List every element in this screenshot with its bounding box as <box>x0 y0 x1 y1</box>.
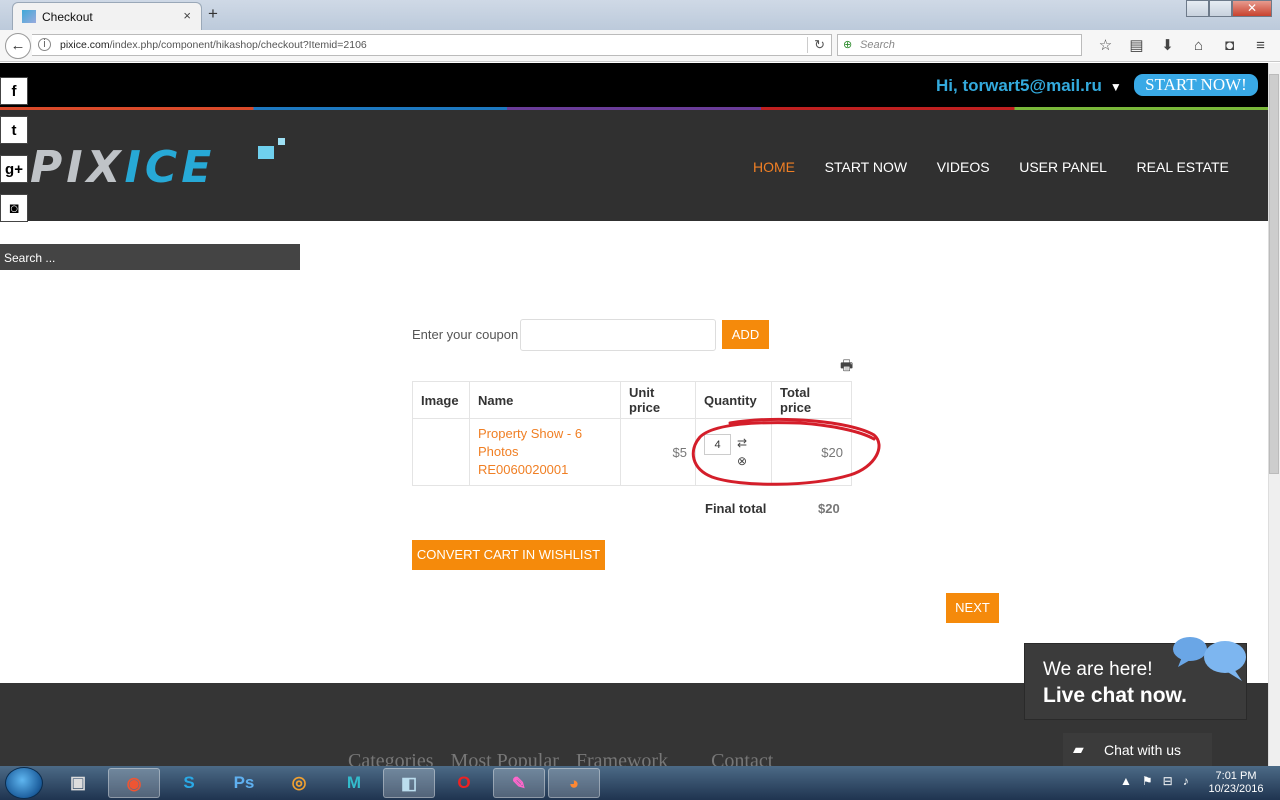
print-icon[interactable]: 🖶 <box>840 355 853 379</box>
browser-tab[interactable]: Checkout × <box>12 2 202 30</box>
header-image: Image <box>412 381 470 419</box>
scrollbar-thumb[interactable] <box>1269 74 1279 474</box>
chat-line1: We are here! <box>1043 659 1153 680</box>
chat-with-us-button[interactable]: ▰ Chat with us <box>1063 733 1212 766</box>
logo-cube-small-icon <box>278 138 285 145</box>
home-icon[interactable]: ⌂ <box>1183 37 1214 54</box>
3dsmax-icon[interactable]: M <box>328 768 380 798</box>
action-center-flag-icon[interactable]: ⚑ <box>1142 774 1153 788</box>
minimize-button[interactable] <box>1186 0 1209 17</box>
product-name-link[interactable]: Property Show - 6 Photos RE0060020001 <box>469 418 621 486</box>
volume-icon[interactable]: ♪ <box>1183 774 1189 788</box>
nav-item-real-estate[interactable]: REAL ESTATE <box>1137 159 1229 175</box>
twitter-icon[interactable]: t <box>0 116 28 144</box>
product-name-line1[interactable]: Property Show - 6 <box>478 426 582 441</box>
instagram-icon[interactable]: ◙ <box>0 194 28 222</box>
logo-cube-icon <box>258 146 274 159</box>
google-plus-icon[interactable]: g+ <box>0 155 28 183</box>
add-coupon-button[interactable]: ADD <box>722 320 769 349</box>
bookmark-star-icon[interactable]: ☆ <box>1090 36 1121 54</box>
social-sidebar: f t g+ ◙ <box>0 77 30 233</box>
logo-text-left: PIX <box>30 142 125 193</box>
header-total-price: Total price <box>771 381 852 419</box>
favicon-icon <box>22 10 36 23</box>
final-total-value: $20 <box>818 501 840 516</box>
search-engine-icon[interactable]: ⊕ <box>843 38 852 51</box>
url-text: pixice.com/index.php/component/hikashop/… <box>60 39 367 51</box>
houdini-icon[interactable]: ◎ <box>273 768 325 798</box>
chat-line2: Live chat now. <box>1043 684 1187 707</box>
product-image-cell <box>412 418 470 486</box>
new-tab-button[interactable]: + <box>208 4 218 24</box>
reading-list-icon[interactable]: ▤ <box>1121 36 1152 54</box>
facebook-icon[interactable]: f <box>0 77 28 105</box>
close-window-button[interactable]: ✕ <box>1232 0 1272 17</box>
close-tab-icon[interactable]: × <box>183 8 191 23</box>
product-name-line2[interactable]: Photos RE0060020001 <box>478 444 568 477</box>
header-quantity: Quantity <box>695 381 772 419</box>
menu-icon[interactable]: ≡ <box>1245 37 1276 54</box>
pixice-logo[interactable]: PIXICE <box>30 138 285 193</box>
clock-date: 10/23/2016 <box>1208 783 1264 795</box>
skype-icon[interactable]: S <box>163 768 215 798</box>
tray-expand-icon[interactable]: ▲ <box>1120 774 1132 788</box>
tab-title: Checkout <box>42 10 93 24</box>
user-greeting-text: Hi, torwart5@mail.ru <box>936 76 1102 95</box>
photoshop-icon[interactable]: Ps <box>218 768 270 798</box>
back-button[interactable]: ← <box>5 33 31 59</box>
header-name: Name <box>469 381 621 419</box>
coupon-label: Enter your coupon <box>412 327 519 342</box>
header-unit-price: Unit price <box>620 381 696 419</box>
reload-icon[interactable]: ↻ <box>807 37 825 53</box>
browser-search-placeholder: Search <box>860 39 895 51</box>
coupon-input[interactable] <box>520 319 716 351</box>
nav-item-start-now[interactable]: START NOW <box>825 159 907 175</box>
taskbar-clock[interactable]: 7:01 PM 10/23/2016 <box>1206 770 1266 796</box>
main-nav: HOME START NOW VIDEOS USER PANEL REAL ES… <box>740 159 1242 175</box>
maximize-button[interactable] <box>1209 0 1232 17</box>
downloads-icon[interactable]: ⬇ <box>1152 36 1183 54</box>
browser-toolbar-icons: ☆ ▤ ⬇ ⌂ ◘ ≡ <box>1090 36 1276 54</box>
app-window-icon[interactable]: ◧ <box>383 768 435 798</box>
paint-icon[interactable]: ✎ <box>493 768 545 798</box>
logo-text-right: ICE <box>124 142 216 193</box>
chat-icon: ▰ <box>1073 741 1084 757</box>
nav-item-user-panel[interactable]: USER PANEL <box>1019 159 1107 175</box>
address-bar[interactable]: i pixice.com/index.php/component/hikasho… <box>32 34 832 56</box>
red-annotation-circle <box>691 417 881 486</box>
opera-icon[interactable]: O <box>438 768 490 798</box>
start-button-icon[interactable] <box>5 767 43 799</box>
browser-search-box[interactable]: ⊕ Search <box>837 34 1082 56</box>
chat-bubbles-icon <box>1173 637 1246 681</box>
next-button[interactable]: NEXT <box>946 593 999 623</box>
nav-item-videos[interactable]: VIDEOS <box>937 159 990 175</box>
clock-time: 7:01 PM <box>1215 770 1257 782</box>
chevron-down-icon[interactable]: ▼ <box>1110 80 1122 94</box>
cart-header-row: Image Name Unit price Quantity Total pri… <box>412 381 852 419</box>
site-info-icon[interactable]: i <box>38 38 51 51</box>
unit-price: $5 <box>620 418 696 486</box>
window-controls: ✕ <box>1186 0 1276 18</box>
site-search-input[interactable]: Search ... <box>0 244 300 270</box>
system-tray: ▲ ⚑ ⊟ ♪ <box>1120 774 1199 788</box>
network-icon[interactable]: ⊟ <box>1163 774 1173 788</box>
start-now-header-button[interactable]: START NOW! <box>1134 74 1258 96</box>
convert-to-wishlist-button[interactable]: CONVERT CART IN WISHLIST <box>412 540 605 570</box>
pocket-icon[interactable]: ◘ <box>1214 37 1245 54</box>
final-total-label: Final total <box>705 501 767 516</box>
firefox-icon[interactable]: ◕ <box>548 768 600 798</box>
nav-item-home[interactable]: HOME <box>753 159 795 175</box>
remote-desktop-icon[interactable]: ▣ <box>52 768 104 798</box>
chrome-icon[interactable]: ◉ <box>108 768 160 798</box>
user-greeting[interactable]: Hi, torwart5@mail.ru ▼ <box>936 76 1122 96</box>
chat-with-us-label: Chat with us <box>1104 742 1182 758</box>
